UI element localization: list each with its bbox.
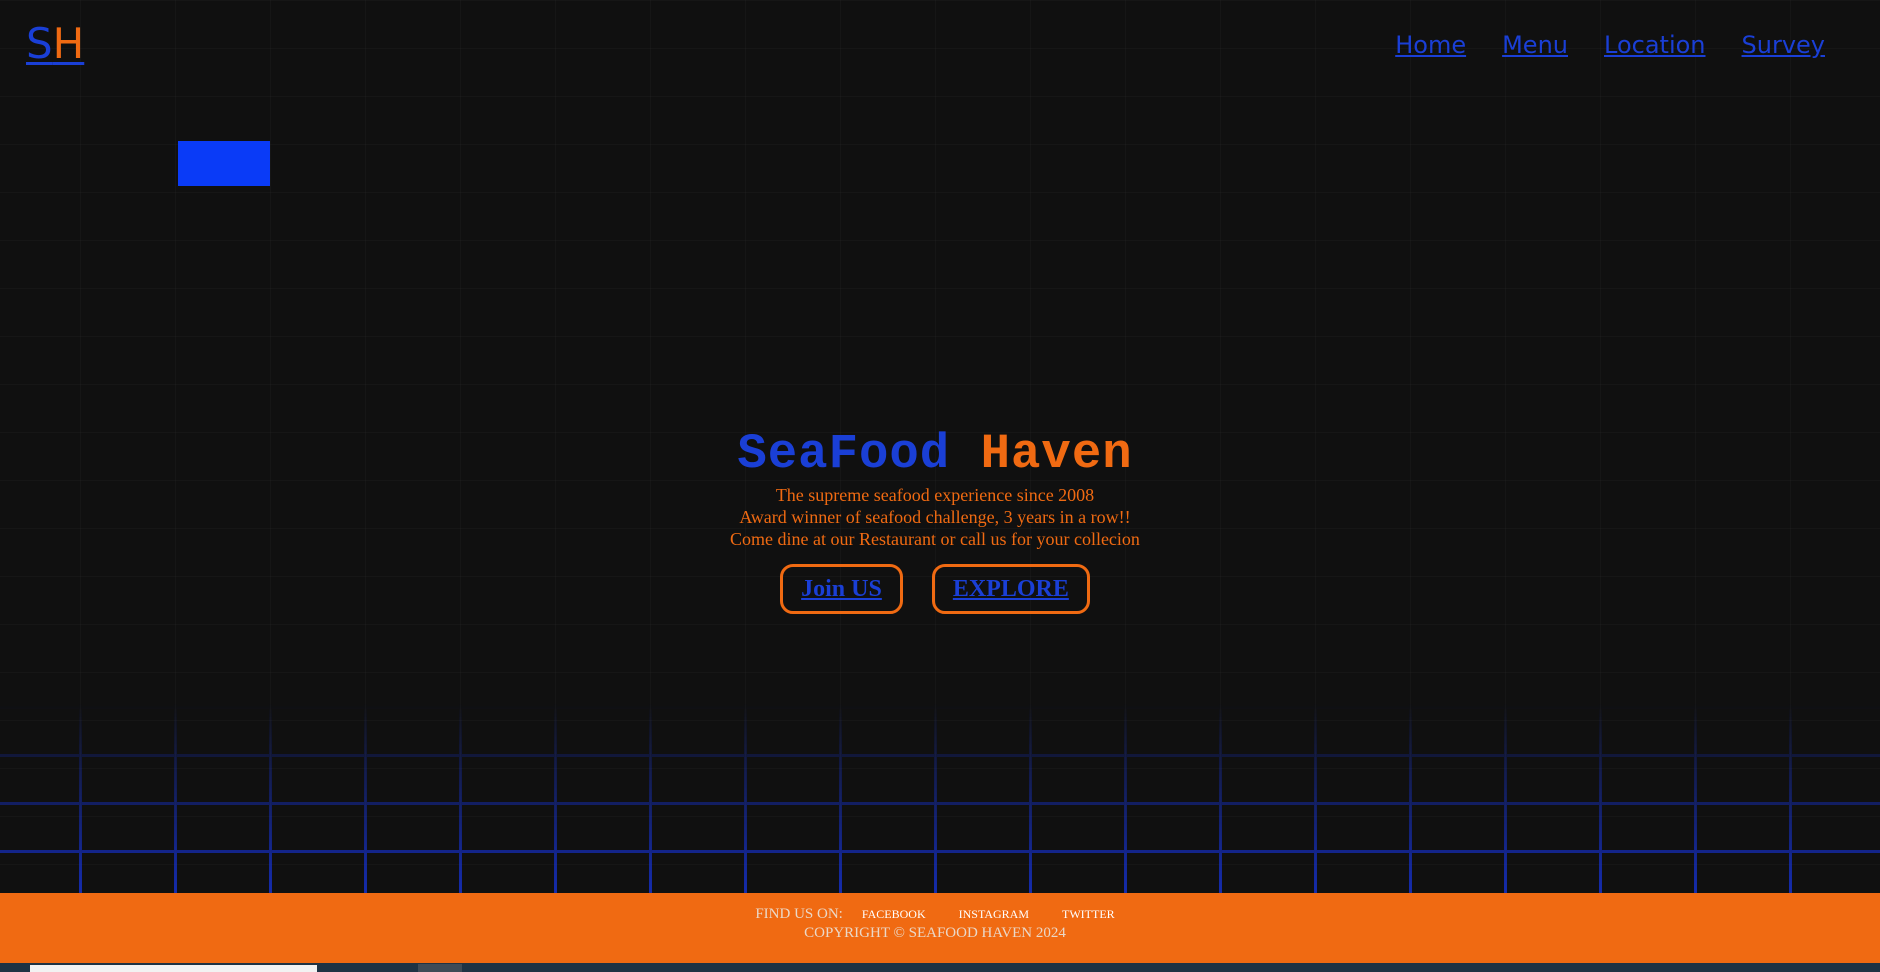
find-us-label: FIND US ON:: [755, 906, 843, 922]
nav-home-link[interactable]: Home: [1395, 31, 1466, 59]
neon-grid-background: [0, 703, 1880, 893]
os-taskbar: [0, 963, 1880, 972]
nav-survey-link[interactable]: Survey: [1742, 31, 1825, 59]
facebook-link[interactable]: FACEBOOK: [862, 907, 926, 922]
tagline-dine: Come dine at our Restaurant or call us f…: [730, 529, 1140, 549]
main-nav: Home Menu Location Survey: [1395, 31, 1825, 59]
nav-location-link[interactable]: Location: [1604, 31, 1706, 59]
logo-letter-s: S: [26, 19, 53, 68]
tagline-award: Award winner of seafood challenge, 3 yea…: [739, 507, 1131, 527]
logo-link[interactable]: SH: [26, 20, 84, 68]
taskbar-app-button[interactable]: [418, 964, 462, 972]
taskbar-search-box[interactable]: [30, 965, 317, 972]
title-seafood: SeaFood: [737, 426, 951, 482]
hero-content: SeaFood Haven The supreme seafood experi…: [0, 424, 1870, 614]
twitter-link[interactable]: TWITTER: [1062, 907, 1115, 922]
social-row: FIND US ON: FACEBOOK INSTAGRAM TWITTER: [0, 906, 1870, 923]
copyright-text: COPYRIGHT © SEAFOOD HAVEN 2024: [804, 925, 1066, 941]
footer: FIND US ON: FACEBOOK INSTAGRAM TWITTER C…: [0, 893, 1880, 963]
tagline-since: The supreme seafood experience since 200…: [775, 485, 1095, 505]
join-us-button[interactable]: Join US: [780, 564, 903, 614]
explore-button[interactable]: EXPLORE: [931, 564, 1090, 614]
instagram-link[interactable]: INSTAGRAM: [959, 907, 1029, 922]
cta-buttons: Join US EXPLORE: [0, 564, 1870, 614]
title-haven: Haven: [980, 426, 1133, 482]
nav-menu-link[interactable]: Menu: [1502, 31, 1568, 59]
page-title: SeaFood Haven: [0, 424, 1870, 484]
logo-letter-h: H: [52, 19, 85, 68]
blue-block: [178, 141, 270, 186]
